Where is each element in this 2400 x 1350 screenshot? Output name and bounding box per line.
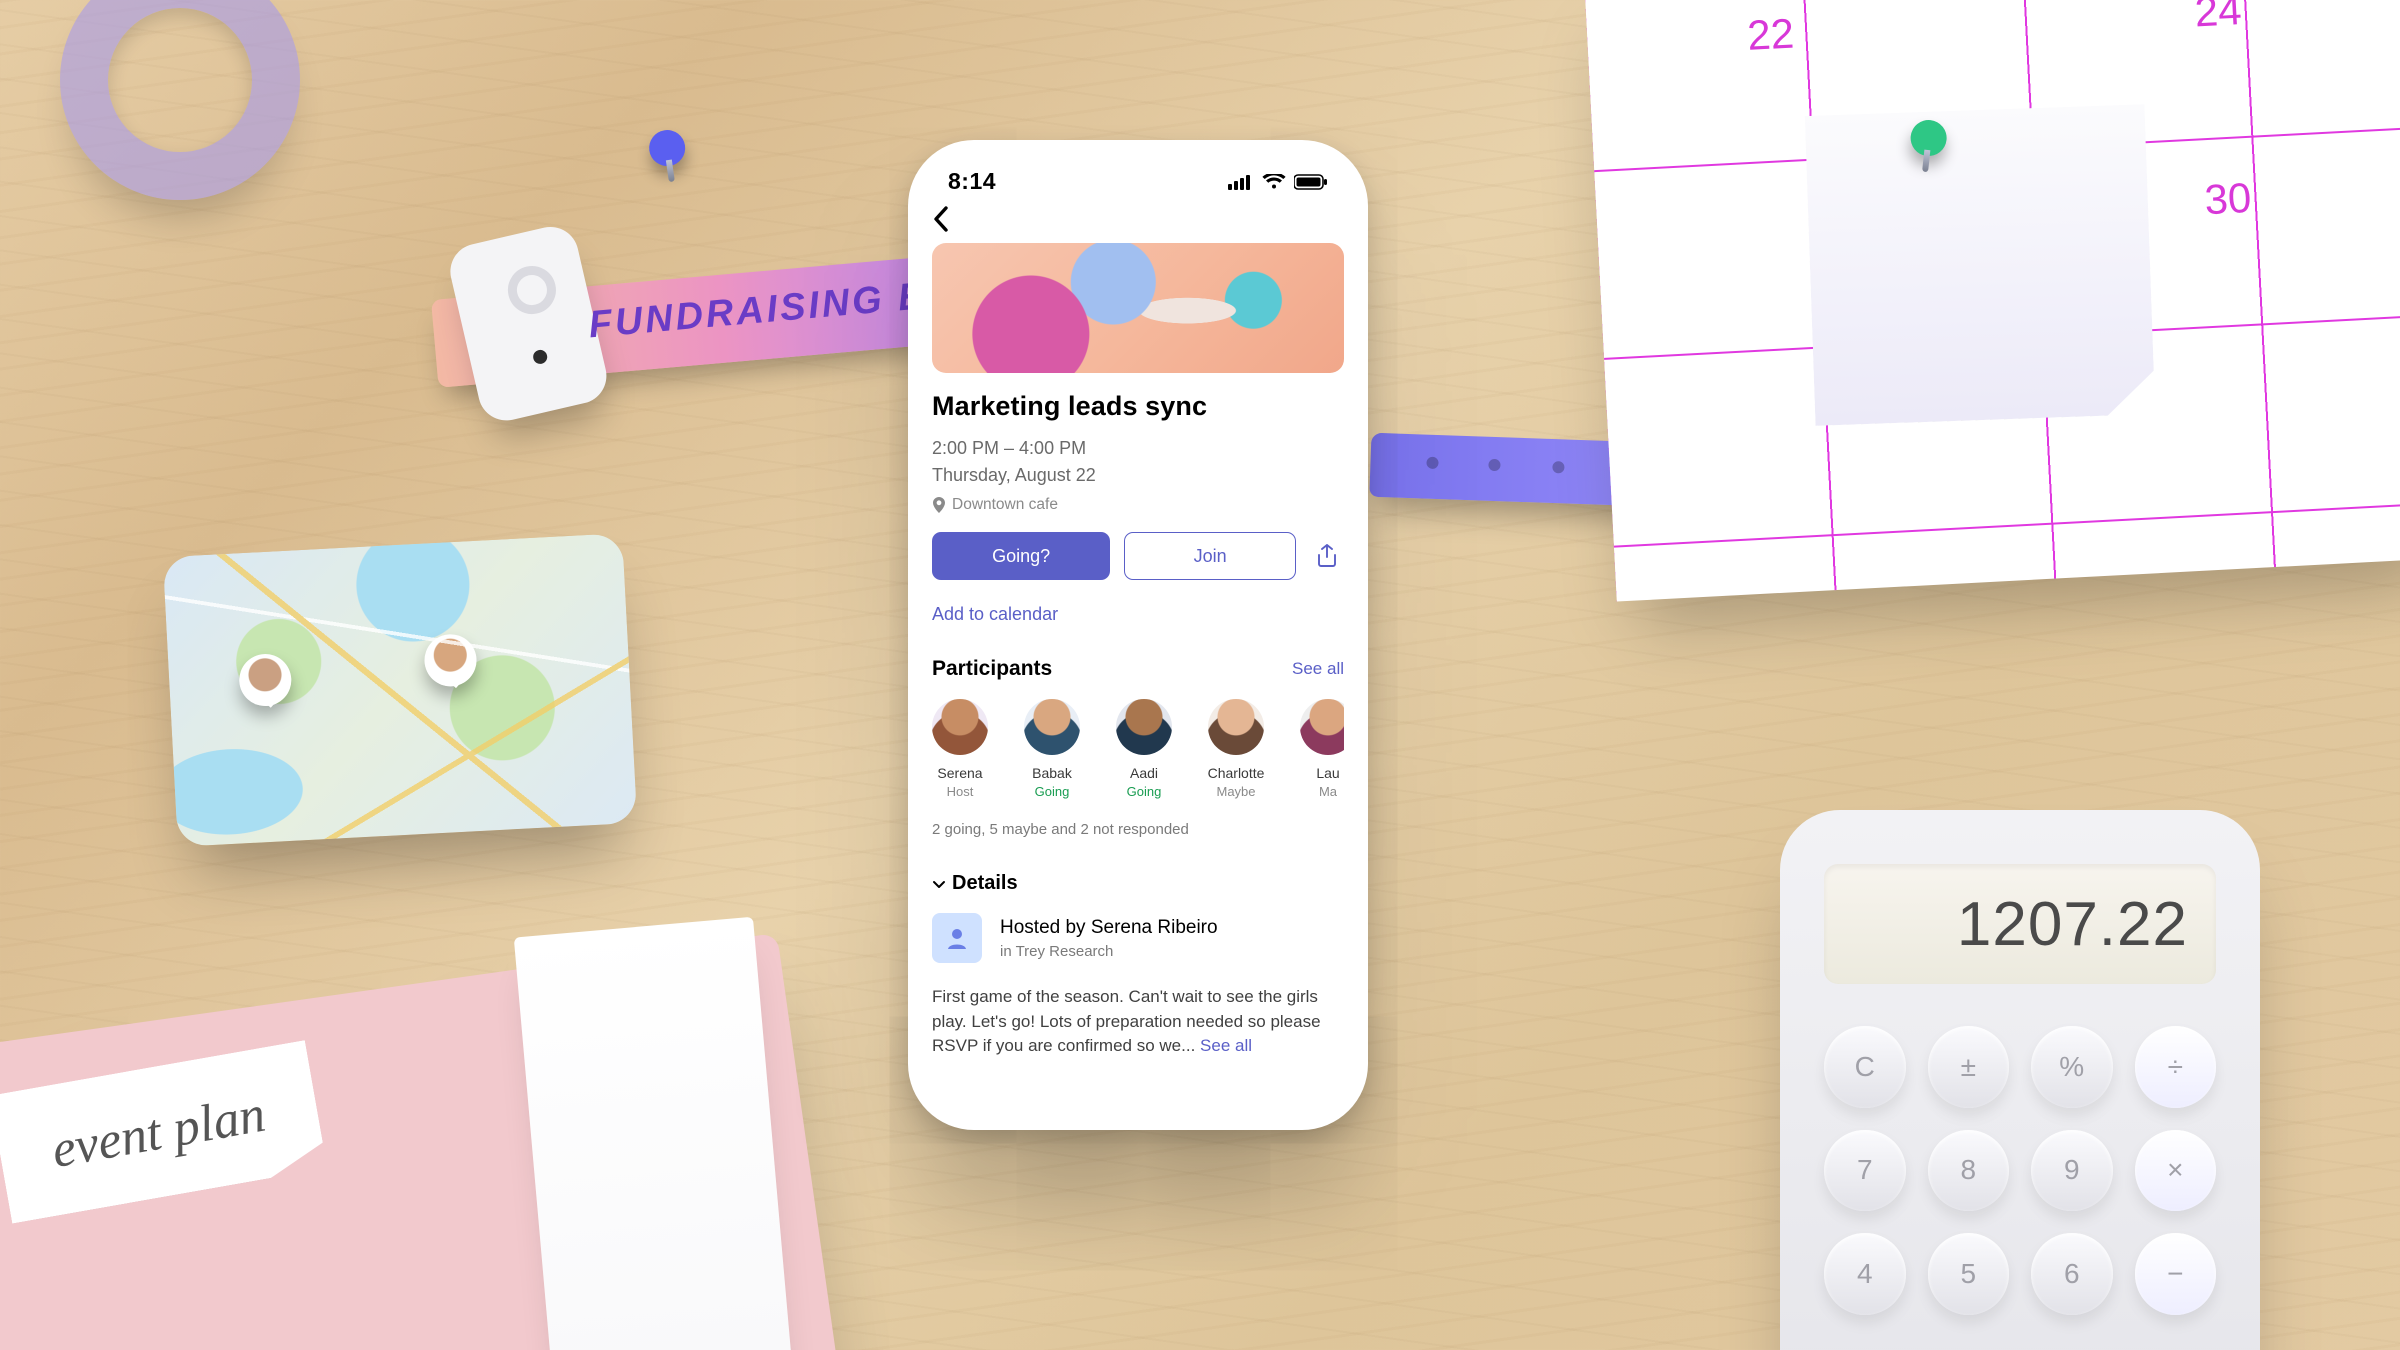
pushpin-blue-prop — [647, 128, 689, 181]
map-card-prop — [163, 533, 638, 847]
calendar-day: 24 — [2194, 0, 2243, 36]
notebook-prop: event plan — [0, 933, 855, 1350]
phone-device: 8:14 Marketing leads sync 2:00 PM – 4:00… — [908, 140, 1368, 1130]
join-button[interactable]: Join — [1124, 532, 1296, 580]
battery-icon — [1294, 174, 1328, 190]
share-button[interactable] — [1310, 539, 1344, 573]
map-marker-icon — [423, 633, 478, 688]
participant-status: Ma — [1319, 784, 1337, 799]
participant-name: Aadi — [1130, 765, 1158, 781]
calculator-display: 1207.22 — [1824, 864, 2216, 984]
map-marker-icon — [238, 653, 293, 708]
participants-heading: Participants — [932, 657, 1052, 681]
sticky-note-prop — [1805, 104, 2156, 426]
cellular-icon — [1228, 174, 1254, 190]
wifi-icon — [1262, 174, 1286, 190]
status-bar: 8:14 — [908, 140, 1368, 199]
calculator-key: ÷ — [2135, 1026, 2217, 1108]
participant-avatar — [1024, 699, 1080, 755]
calculator-key: 7 — [1824, 1130, 1906, 1212]
participant-item[interactable]: Babak Going — [1024, 699, 1080, 799]
calculator-key: 5 — [1928, 1233, 2010, 1315]
participant-status: Maybe — [1216, 784, 1255, 799]
participant-avatar — [1208, 699, 1264, 755]
tape-roll-prop — [60, 0, 300, 200]
participant-name: Lau — [1316, 765, 1339, 781]
details-toggle[interactable]: Details — [932, 872, 1344, 895]
event-date: Thursday, August 22 — [932, 465, 1344, 486]
calculator-key: % — [2031, 1026, 2113, 1108]
calculator-key: 4 — [1824, 1233, 1906, 1315]
participant-name: Charlotte — [1208, 765, 1265, 781]
event-title: Marketing leads sync — [932, 391, 1344, 422]
calculator-key: ± — [1928, 1026, 2010, 1108]
back-button[interactable] — [932, 205, 1344, 233]
participant-avatar — [932, 699, 988, 755]
going-button[interactable]: Going? — [932, 532, 1110, 580]
calculator-key: − — [2135, 1233, 2217, 1315]
host-org: in Trey Research — [1000, 943, 1218, 960]
host-avatar-icon — [932, 913, 982, 963]
participant-name: Serena — [937, 765, 982, 781]
participant-avatar — [1300, 699, 1344, 755]
participant-status: Going — [1127, 784, 1162, 799]
participants-seeall-link[interactable]: See all — [1292, 659, 1344, 679]
calculator-key: 6 — [2031, 1233, 2113, 1315]
chevron-down-icon — [932, 877, 946, 891]
event-time: 2:00 PM – 4:00 PM — [932, 438, 1344, 459]
status-icons — [1228, 174, 1328, 190]
participant-name: Babak — [1032, 765, 1072, 781]
location-pin-icon — [932, 497, 946, 513]
participant-item[interactable]: Serena Host — [932, 699, 988, 799]
add-to-calendar-link[interactable]: Add to calendar — [932, 604, 1344, 625]
calculator-key: 8 — [1928, 1130, 2010, 1212]
calculator-prop: 1207.22 C ±% ÷ 789 × 456− — [1780, 810, 2260, 1350]
host-name: Hosted by Serena Ribeiro — [1000, 917, 1218, 939]
participant-avatar — [1116, 699, 1172, 755]
event-location: Downtown cafe — [932, 496, 1344, 514]
calculator-key: × — [2135, 1130, 2217, 1212]
notebook-label: event plan — [0, 1040, 327, 1224]
calendar-day: 30 — [2203, 174, 2252, 224]
status-time: 8:14 — [948, 168, 996, 195]
participant-status: Host — [947, 784, 974, 799]
participant-item[interactable]: Aadi Going — [1116, 699, 1172, 799]
participant-item[interactable]: Charlotte Maybe — [1208, 699, 1264, 799]
calculator-key: 9 — [2031, 1130, 2113, 1212]
participants-summary: 2 going, 5 maybe and 2 not responded — [932, 821, 1344, 838]
pushpin-green-prop — [1908, 118, 1949, 170]
participant-status: Going — [1035, 784, 1070, 799]
share-icon — [1316, 544, 1338, 568]
description-seeall-link[interactable]: See all — [1200, 1036, 1252, 1055]
participant-item[interactable]: Lau Ma — [1300, 699, 1344, 799]
details-heading: Details — [952, 872, 1018, 895]
calendar-day: 22 — [1746, 10, 1795, 60]
event-hero-image — [932, 243, 1344, 373]
chevron-left-icon — [932, 205, 952, 233]
calculator-key: C — [1824, 1026, 1906, 1108]
event-description: First game of the season. Can't wait to … — [932, 987, 1321, 1055]
event-location-text: Downtown cafe — [952, 496, 1058, 514]
